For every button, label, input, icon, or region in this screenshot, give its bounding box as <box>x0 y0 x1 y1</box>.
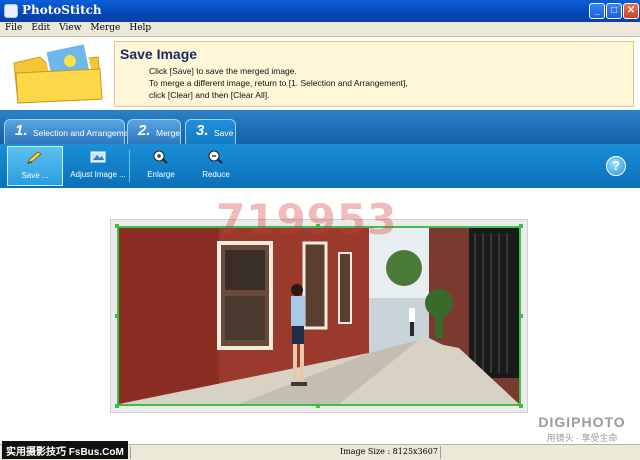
merged-image-preview[interactable] <box>117 226 521 406</box>
instruction-line: To merge a different image, return to [1… <box>149 78 408 88</box>
menu-merge[interactable]: Merge <box>85 22 124 33</box>
reduce-label: Reduce <box>202 170 230 179</box>
zoom-in-icon <box>153 150 168 164</box>
tab-label: Save <box>214 128 234 138</box>
adjust-image-label: Adjust Image ... <box>70 170 126 179</box>
tab-merge[interactable]: 2. Merge <box>127 119 181 144</box>
tab-number: 1. <box>15 122 28 139</box>
enlarge-button[interactable]: Enlarge <box>135 146 187 186</box>
menu-edit[interactable]: Edit <box>26 22 54 33</box>
tab-label: Selection and Arrangement <box>33 128 136 138</box>
folder-photo-icon <box>13 43 103 104</box>
menu-file[interactable]: File <box>0 22 26 33</box>
resize-handle[interactable] <box>519 314 523 318</box>
minimize-button[interactable]: _ <box>589 3 605 19</box>
resize-handle[interactable] <box>115 314 119 318</box>
resize-handle[interactable] <box>519 224 523 228</box>
close-button[interactable]: ✕ <box>623 3 639 19</box>
maximize-button[interactable]: □ <box>606 3 622 19</box>
save-label: Save ... <box>21 171 49 180</box>
status-divider <box>130 446 131 459</box>
tab-selection-arrangement[interactable]: 1. Selection and Arrangement <box>4 119 136 144</box>
site-watermark-right: DIGIPHOTO 用镜头 · 享受生命 <box>530 414 634 444</box>
menu-help[interactable]: Help <box>124 22 155 33</box>
image-size-status: Image Size : 8125x3607 <box>340 447 438 456</box>
overlay-watermark: 719953 <box>216 195 398 244</box>
tab-save[interactable]: 3. Save <box>185 119 236 144</box>
resize-handle[interactable] <box>316 404 320 408</box>
menu-bar: File Edit View Merge Help <box>0 22 640 36</box>
title-bar: PhotoStitch _ □ ✕ <box>0 0 640 22</box>
resize-handle[interactable] <box>519 404 523 408</box>
site-watermark-slogan: 用镜头 · 享受生命 <box>546 433 618 443</box>
help-button[interactable]: ? <box>606 156 626 176</box>
save-button[interactable]: Save ... <box>7 146 63 186</box>
instruction-line: Click [Save] to save the merged image. <box>149 66 297 76</box>
page-title: Save Image <box>120 46 198 62</box>
save-pencil-icon <box>26 151 42 164</box>
reduce-button[interactable]: Reduce <box>190 146 242 186</box>
resize-handle[interactable] <box>115 404 119 408</box>
adjust-image-button[interactable]: Adjust Image ... <box>70 146 126 186</box>
zoom-out-icon <box>208 150 223 164</box>
tab-label: Merge <box>156 128 181 138</box>
site-watermark-brand: DIGIPHOTO <box>538 414 626 430</box>
menu-view[interactable]: View <box>54 22 85 33</box>
resize-handle[interactable] <box>115 224 119 228</box>
site-watermark-left: 实用摄影技巧 FsBus.CoM <box>2 441 128 459</box>
tab-number: 2. <box>138 122 151 139</box>
instruction-panel: Save Image Click [Save] to save the merg… <box>114 41 634 107</box>
toolbar-separator <box>129 150 130 182</box>
window-title: PhotoStitch <box>22 3 102 17</box>
status-divider <box>440 446 441 459</box>
instruction-line: click [Clear] and then [Clear All]. <box>149 90 270 100</box>
panorama-photo <box>119 228 519 404</box>
adjust-image-icon <box>90 151 106 163</box>
app-icon <box>4 4 18 18</box>
tab-number: 3. <box>196 122 209 139</box>
enlarge-label: Enlarge <box>147 170 175 179</box>
instruction-header: Save Image Click [Save] to save the merg… <box>0 36 640 110</box>
